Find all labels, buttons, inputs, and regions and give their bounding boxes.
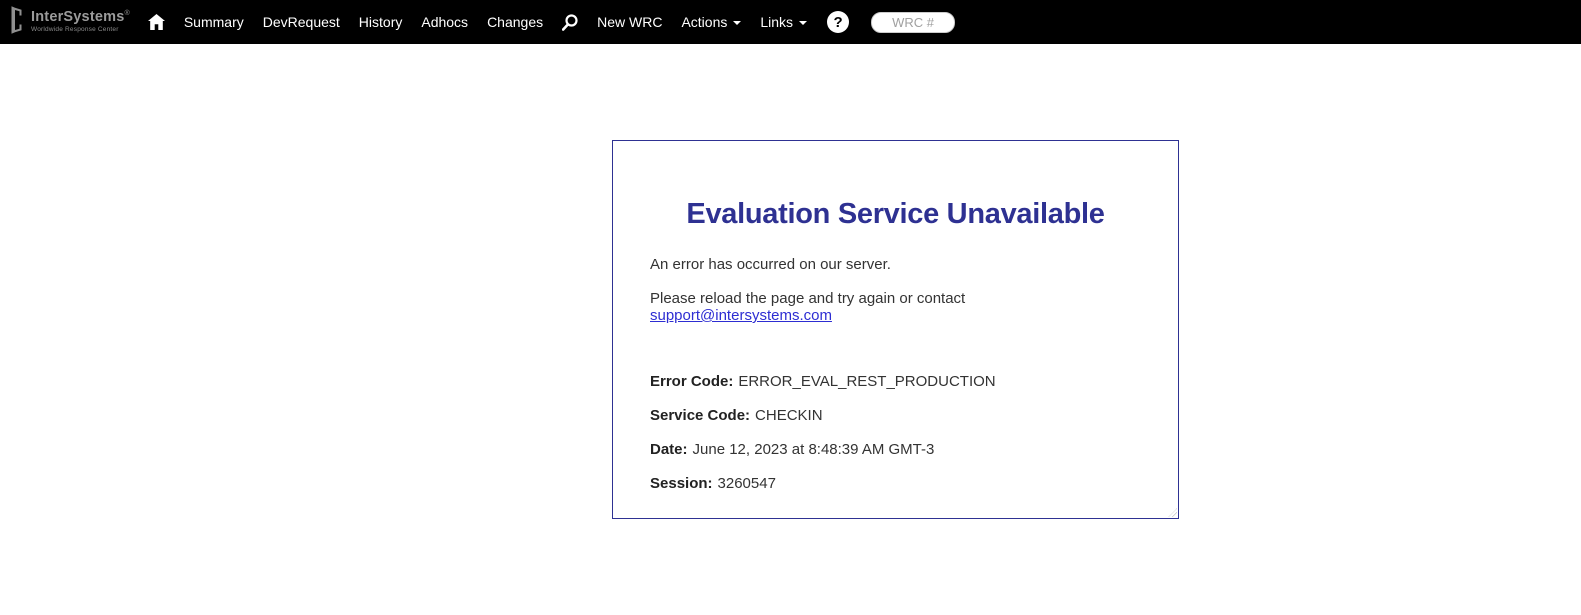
error-message-line2: Please reload the page and try again or … xyxy=(650,290,1141,324)
date-label: Date: xyxy=(650,441,688,458)
actions-label: Actions xyxy=(681,14,728,30)
error-code-value: ERROR_EVAL_REST_PRODUCTION xyxy=(738,373,996,390)
service-code-label: Service Code: xyxy=(650,407,751,424)
nav-item-new-wrc[interactable]: New WRC xyxy=(597,14,662,30)
error-title: Evaluation Service Unavailable xyxy=(686,198,1105,230)
error-details: Error Code: ERROR_EVAL_REST_PRODUCTION Se… xyxy=(650,373,1141,492)
nav-item-devrequest[interactable]: DevRequest xyxy=(263,14,340,30)
help-icon[interactable]: ? xyxy=(827,11,850,33)
error-message-line1: An error has occurred on our server. xyxy=(650,256,891,273)
date-value: June 12, 2023 at 8:48:39 AM GMT-3 xyxy=(692,441,935,458)
session-label: Session: xyxy=(650,475,713,492)
date-row: Date: June 12, 2023 at 8:48:39 AM GMT-3 xyxy=(650,441,1141,458)
brand-name: InterSystems® xyxy=(31,10,130,25)
registered-mark: ® xyxy=(124,10,130,18)
top-navbar: InterSystems® Worldwide Response Center … xyxy=(0,0,1581,44)
nav-item-links-dropdown[interactable]: Links xyxy=(760,14,808,30)
brand-text: InterSystems® Worldwide Response Center xyxy=(31,10,130,34)
error-messages: An error has occurred on our server. Ple… xyxy=(650,256,1141,324)
home-icon[interactable] xyxy=(147,14,165,30)
error-message-line2-text: Please reload the page and try again or … xyxy=(650,290,966,307)
nav-item-adhocs[interactable]: Adhocs xyxy=(421,14,468,30)
nav-item-actions-dropdown[interactable]: Actions xyxy=(681,14,742,30)
brand-name-label: InterSystems xyxy=(31,9,125,26)
resize-handle-icon[interactable] xyxy=(1168,508,1177,517)
wrc-number-field-wrap xyxy=(868,11,956,33)
chevron-down-icon xyxy=(799,21,808,25)
nav-item-history[interactable]: History xyxy=(359,14,403,30)
nav-item-summary[interactable]: Summary xyxy=(184,14,244,30)
links-label: Links xyxy=(760,14,794,30)
session-row: Session: 3260547 xyxy=(650,475,1141,492)
wrc-number-input[interactable] xyxy=(871,11,956,33)
search-icon[interactable] xyxy=(562,13,578,31)
error-code-label: Error Code: xyxy=(650,373,734,390)
intersystems-logo-icon xyxy=(8,5,25,40)
intersystems-logo[interactable]: InterSystems® Worldwide Response Center xyxy=(8,5,130,40)
chevron-down-icon xyxy=(733,21,742,25)
service-code-row: Service Code: CHECKIN xyxy=(650,407,1141,424)
service-code-value: CHECKIN xyxy=(755,407,823,424)
page-body: Evaluation Service Unavailable An error … xyxy=(0,44,1581,615)
brand-tagline: Worldwide Response Center xyxy=(31,26,119,34)
nav-item-changes[interactable]: Changes xyxy=(487,14,543,30)
nav-menu: Summary DevRequest History Adhocs Change… xyxy=(147,11,956,33)
error-code-row: Error Code: ERROR_EVAL_REST_PRODUCTION xyxy=(650,373,1141,390)
support-email-link[interactable]: support@intersystems.com xyxy=(650,307,832,324)
session-value: 3260547 xyxy=(717,475,776,492)
error-panel: Evaluation Service Unavailable An error … xyxy=(612,140,1179,519)
